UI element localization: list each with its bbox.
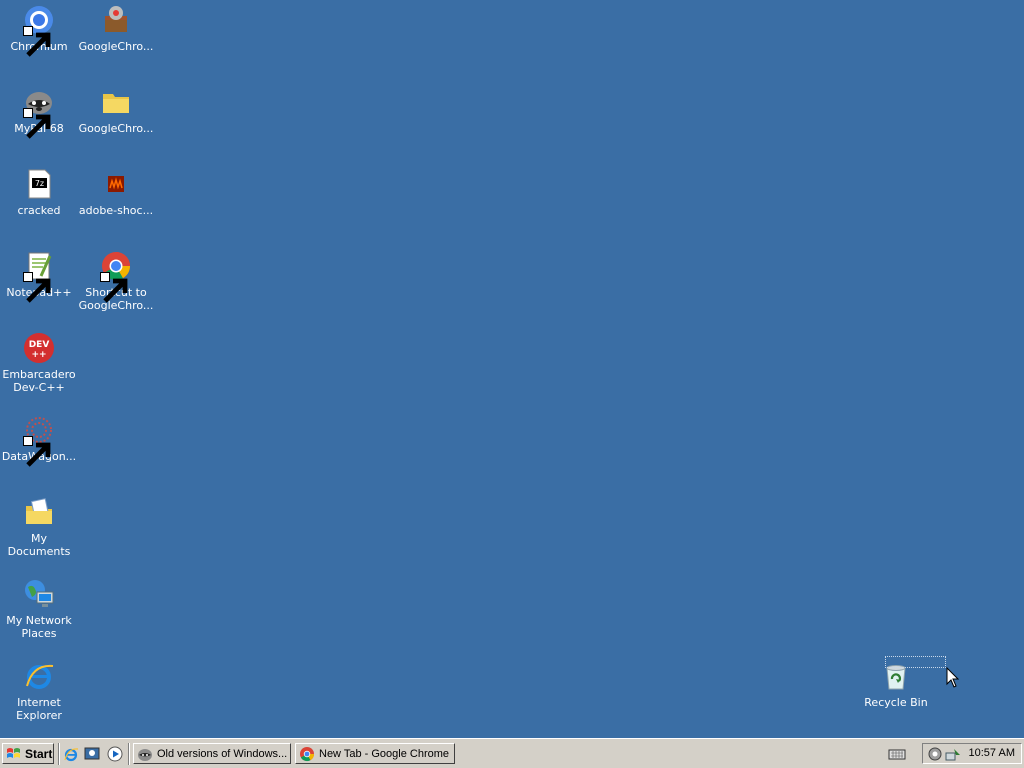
internet-explorer-icon (64, 748, 79, 762)
tray-network-icon[interactable] (945, 746, 961, 762)
desktop-icon-label: Embarcadero Dev-C++ (2, 368, 76, 394)
show-desktop-icon (84, 747, 100, 760)
start-button[interactable]: Start (2, 743, 54, 764)
desktop-icon-cracked[interactable]: 7z cracked (0, 168, 78, 217)
desktop-icon-label: Internet Explorer (16, 696, 62, 722)
desktop-icon-label: My Network Places (6, 614, 72, 640)
system-tray: 10:57 AM (922, 743, 1022, 764)
start-label: Start (25, 746, 53, 761)
taskbar-separator (58, 743, 60, 765)
desktop-icon-chromium[interactable]: Chromium (0, 4, 78, 57)
taskbar-separator (128, 743, 130, 765)
desktop-icon-notepadpp[interactable]: Notepad++ (0, 250, 78, 303)
task-label: New Tab - Google Chrome (319, 747, 450, 760)
quicklaunch-media-player[interactable] (106, 745, 124, 763)
quicklaunch-show-desktop[interactable] (83, 745, 101, 763)
tray-update-icon[interactable] (927, 746, 943, 762)
desktop-icon-adobe-shockwave[interactable]: adobe-shoc... (77, 168, 155, 217)
svg-text:++: ++ (31, 350, 46, 360)
my-documents-icon (23, 496, 55, 528)
task-button-old-windows[interactable]: Old versions of Windows... (133, 743, 291, 764)
task-label: Old versions of Windows... (157, 747, 288, 760)
chrome-icon (100, 250, 132, 303)
notepadpp-icon (23, 250, 55, 303)
internet-explorer-icon (23, 660, 55, 692)
keyboard-icon[interactable] (888, 747, 906, 761)
mouse-pointer-icon (946, 666, 960, 689)
desktop-icon-label: GoogleChro... (78, 122, 154, 135)
desktop-icon-googlechrome-folder[interactable]: GoogleChro... (77, 86, 155, 135)
shortcut-arrow-icon (23, 108, 51, 139)
desktop[interactable]: Chromium GoogleChro... MyPal 68 GoogleCh… (0, 0, 1024, 738)
desktop-icon-label: adobe-shoc... (78, 204, 154, 217)
shockwave-icon (100, 168, 132, 200)
media-player-icon (107, 746, 123, 762)
shortcut-arrow-icon (100, 272, 128, 303)
windows-logo-icon (7, 747, 20, 758)
chromium-icon (23, 4, 55, 57)
desktop-icon-shortcut-chrome[interactable]: Shortcut to GoogleChro... (77, 250, 155, 312)
folder-icon (100, 86, 132, 118)
quicklaunch-internet-explorer[interactable] (62, 745, 80, 763)
taskbar: Start Old versions of Windows... New Tab… (0, 738, 1024, 768)
7z-archive-icon: 7z (23, 168, 55, 200)
desktop-icon-googlechrome-installer[interactable]: GoogleChro... (77, 4, 155, 53)
desktop-icon-datawagon[interactable]: DataWagon... (0, 414, 78, 467)
shortcut-arrow-icon (23, 436, 51, 467)
desktop-icon-label: My Documents (7, 532, 71, 558)
svg-text:DEV: DEV (29, 340, 50, 350)
devcpp-icon: DEV ++ (23, 332, 55, 364)
raccoon-icon (138, 748, 152, 761)
installer-package-icon (100, 4, 132, 36)
network-places-icon (23, 578, 55, 610)
desktop-icon-devcpp[interactable]: DEV ++ Embarcadero Dev-C++ (0, 332, 78, 394)
desktop-icon-label: GoogleChro... (78, 40, 154, 53)
desktop-icon-label: cracked (17, 204, 61, 217)
selection-marquee (885, 656, 946, 668)
shortcut-arrow-icon (23, 272, 51, 303)
shortcut-arrow-icon (23, 26, 51, 57)
taskbar-clock[interactable]: 10:57 AM (969, 747, 1015, 759)
desktop-icon-label: Recycle Bin (864, 696, 928, 709)
desktop-icon-mypal[interactable]: MyPal 68 (0, 86, 78, 139)
raccoon-icon (23, 86, 55, 139)
svg-text:7z: 7z (35, 179, 44, 188)
desktop-icon-my-documents[interactable]: My Documents (0, 496, 78, 558)
desktop-icon-network-places[interactable]: My Network Places (0, 578, 78, 640)
task-button-chrome[interactable]: New Tab - Google Chrome (295, 743, 455, 764)
desktop-icon-internet-explorer[interactable]: Internet Explorer (0, 660, 78, 722)
chrome-icon (300, 746, 315, 761)
datawagon-icon (23, 414, 55, 467)
